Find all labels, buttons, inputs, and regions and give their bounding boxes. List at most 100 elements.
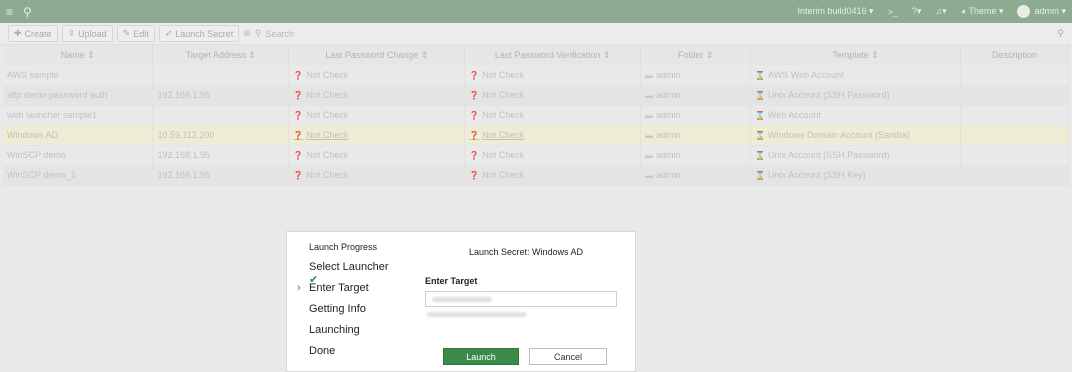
name-cell: web launcher sample1 bbox=[3, 105, 154, 126]
description-cell bbox=[960, 105, 1069, 126]
address-cell: 192.168.1.95 bbox=[152, 145, 290, 166]
password-change-cell: ❓ Not Check bbox=[288, 125, 466, 146]
plus-icon: ✚ bbox=[14, 28, 22, 38]
hourglass-icon: ⌛ bbox=[755, 151, 766, 160]
step-label: Launching bbox=[309, 324, 360, 336]
folder-cell-text: admin bbox=[656, 130, 681, 140]
address-cell-text: 192.168.1.95 bbox=[157, 170, 211, 180]
password-verify-cell-text: Not Check bbox=[482, 69, 525, 80]
name-cell-text: AWS sample bbox=[7, 69, 59, 80]
table-row[interactable]: web launcher sample1 ❓ Not Check ❓ Not Check… bbox=[3, 105, 1069, 126]
folder-cell-text: admin bbox=[656, 170, 681, 180]
launch-button[interactable]: Launch bbox=[443, 348, 519, 365]
user-menu[interactable]: admin ▾ bbox=[1017, 5, 1066, 18]
password-change-cell-text: Not Check bbox=[306, 110, 349, 120]
name-cell: WinSCP demo_1 bbox=[3, 165, 154, 186]
password-change-cell: ❓ Not Check bbox=[288, 165, 466, 186]
password-change-cell: ❓ Not Check bbox=[288, 105, 466, 126]
table-row[interactable]: AWS sample ❓ Not Check ❓ Not Check ▬ admin ⌛ AWS… bbox=[3, 65, 1069, 86]
pencil-icon: ✎ bbox=[122, 28, 131, 38]
table-body: AWS sample ❓ Not Check ❓ Not Check ▬ admin ⌛ AWS… bbox=[3, 65, 1069, 186]
folder-cell: ▬ admin bbox=[640, 85, 752, 106]
column-header[interactable]: Last Password Change ⇕ bbox=[288, 45, 466, 65]
build-dropdown[interactable]: Interim build0416 ▾ bbox=[798, 6, 874, 17]
progress-step: Done bbox=[309, 345, 397, 366]
create-label: Create bbox=[24, 28, 52, 39]
question-icon: ❓ bbox=[293, 151, 304, 160]
search-bar[interactable]: ⊕ ⚲ Search ⚲ bbox=[243, 28, 1064, 39]
question-icon: ❓ bbox=[293, 171, 304, 180]
launch-secret-button[interactable]: ➶ Launch Secret bbox=[158, 25, 240, 42]
address-cell-text: 192.168.1.95 bbox=[157, 150, 211, 160]
upload-label: Upload bbox=[78, 28, 107, 39]
question-icon: ❓ bbox=[293, 131, 304, 140]
template-cell: ⌛ Web Account bbox=[750, 105, 962, 126]
cancel-button[interactable]: Cancel bbox=[529, 348, 607, 365]
target-input[interactable] bbox=[425, 291, 617, 307]
description-cell bbox=[960, 85, 1069, 106]
terminal-icon[interactable]: >_ bbox=[888, 7, 898, 17]
search-input[interactable]: Search bbox=[265, 29, 294, 39]
name-cell: AWS sample bbox=[3, 65, 154, 86]
column-header[interactable]: Description bbox=[960, 45, 1069, 65]
rocket-icon: ➶ bbox=[164, 28, 173, 38]
template-cell: ⌛ AWS Web Account bbox=[750, 65, 962, 86]
password-verify-cell-text: Not Check bbox=[482, 130, 525, 140]
redacted-hint bbox=[425, 307, 631, 321]
template-cell-text: AWS Web Account bbox=[768, 69, 844, 80]
edit-button[interactable]: ✎ Edit bbox=[116, 25, 155, 42]
theme-dropdown[interactable]: ◕ Theme ▾ bbox=[961, 6, 1004, 17]
hourglass-icon: ⌛ bbox=[755, 111, 766, 120]
hourglass-icon: ⌛ bbox=[755, 131, 766, 140]
upload-button[interactable]: ⇪ Upload bbox=[61, 25, 113, 42]
enter-target-label: Enter Target bbox=[425, 276, 478, 286]
hourglass-icon: ⌛ bbox=[755, 171, 766, 180]
folder-cell: ▬ admin bbox=[640, 65, 752, 86]
password-change-cell-text: Not Check bbox=[306, 130, 349, 140]
address-cell-text: 10.59.112.200 bbox=[157, 130, 215, 140]
launch-progress: Launch Progress Select Launcher ✔ › Enter … bbox=[287, 232, 397, 366]
password-verify-cell-text: Not Check bbox=[482, 150, 525, 160]
address-cell bbox=[152, 65, 290, 86]
name-cell-text: WinSCP demo bbox=[7, 150, 66, 160]
column-header[interactable]: Name ⇕ bbox=[3, 45, 154, 65]
table-row[interactable]: sftp demo password auth 192.168.1.95 ❓ Not … bbox=[3, 85, 1069, 106]
address-cell bbox=[152, 105, 290, 126]
bell-icon[interactable]: ♫▾ bbox=[935, 6, 946, 17]
column-header[interactable]: Folder ⇕ bbox=[640, 45, 752, 65]
password-change-cell: ❓ Not Check bbox=[288, 145, 466, 166]
description-cell bbox=[960, 65, 1069, 86]
create-button[interactable]: ✚ Create bbox=[8, 25, 58, 42]
toolbar: ✚ Create ⇪ Upload ✎ Edit ➶ Launch Secret ⊕ ⚲… bbox=[0, 23, 1072, 45]
name-cell: sftp demo password auth bbox=[3, 85, 154, 106]
table-row[interactable]: WinSCP demo_1 192.168.1.95 ❓ Not Check ❓ Not … bbox=[3, 165, 1069, 186]
column-header[interactable]: Target Address ⇕ bbox=[152, 45, 290, 65]
table-row[interactable]: WinSCP demo 192.168.1.95 ❓ Not Check ❓ Not Ch… bbox=[3, 145, 1069, 166]
search-icon[interactable]: ⚲ bbox=[23, 5, 32, 19]
folder-cell: ▬ admin bbox=[640, 125, 752, 146]
top-navbar: ≡ ⚲ Interim build0416 ▾ >_ ?▾ ♫▾ ◕ Theme… bbox=[0, 0, 1072, 23]
table-row[interactable]: Windows AD 10.59.112.200 ❓ Not Check ❓ Not Ch… bbox=[3, 125, 1069, 146]
table-header: Name ⇕ Target Address ⇕ Last Password Chan… bbox=[3, 45, 1069, 65]
password-verify-cell: ❓ Not Check bbox=[464, 125, 642, 146]
question-icon: ❓ bbox=[469, 91, 480, 100]
password-verify-cell: ❓ Not Check bbox=[464, 65, 642, 86]
menu-icon[interactable]: ≡ bbox=[6, 5, 13, 19]
progress-step: › Enter Target bbox=[297, 282, 397, 303]
progress-step: Select Launcher ✔ bbox=[309, 261, 397, 286]
password-change-cell: ❓ Not Check bbox=[288, 85, 466, 106]
name-cell-text: Windows AD bbox=[7, 130, 59, 140]
password-verify-cell: ❓ Not Check bbox=[464, 105, 642, 126]
column-header[interactable]: Last Password Verification ⇕ bbox=[464, 45, 642, 65]
password-change-cell-text: Not Check bbox=[306, 69, 349, 80]
search-submit-icon[interactable]: ⚲ bbox=[1057, 28, 1064, 39]
folder-cell: ▬ admin bbox=[640, 165, 752, 186]
dialog-title: Launch Secret: Windows AD bbox=[468, 247, 584, 257]
user-label: admin ▾ bbox=[1034, 5, 1066, 16]
password-verify-cell: ❓ Not Check bbox=[464, 85, 642, 106]
help-icon[interactable]: ?▾ bbox=[912, 6, 922, 17]
column-header[interactable]: Template ⇕ bbox=[750, 45, 962, 65]
launch-secret-dialog: Launch Progress Select Launcher ✔ › Enter … bbox=[286, 231, 636, 372]
hourglass-icon: ⌛ bbox=[755, 70, 766, 80]
add-filter-icon[interactable]: ⊕ bbox=[243, 28, 251, 39]
